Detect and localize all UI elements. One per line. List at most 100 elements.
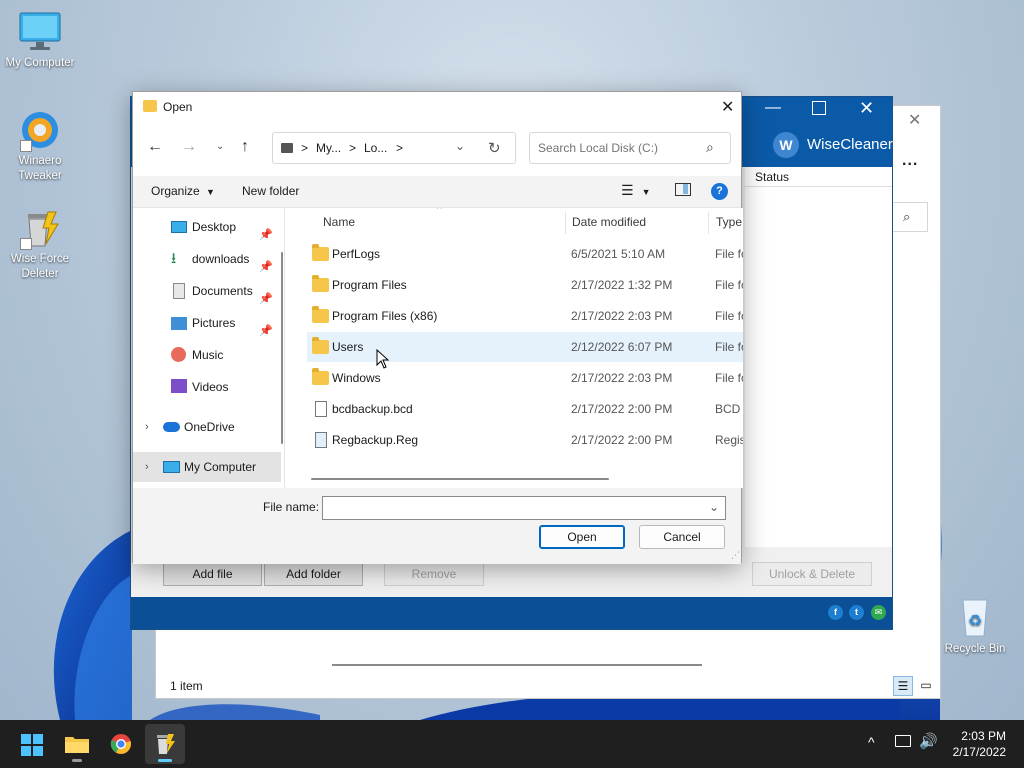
- file-date: 2/12/2022 6:07 PM: [571, 340, 673, 354]
- expand-chevron-icon[interactable]: ›: [145, 452, 149, 482]
- desktop-icon-wise-force-deleter[interactable]: Wise Force Deleter: [0, 206, 80, 282]
- refresh-icon[interactable]: ↻: [488, 139, 501, 157]
- status-column-header[interactable]: Status: [745, 167, 892, 187]
- file-type: BCD I: [715, 402, 743, 416]
- close-button[interactable]: ✕: [859, 98, 874, 119]
- up-arrow-icon[interactable]: ↑: [241, 138, 249, 156]
- file-row[interactable]: Program Files 2/17/2022 1:32 PM File fo: [307, 270, 743, 300]
- taskbar-file-explorer[interactable]: [57, 724, 97, 764]
- document-icon: [173, 283, 185, 299]
- brand-name: WiseCleaner: [807, 136, 893, 153]
- minimize-button[interactable]: —: [765, 99, 781, 117]
- resize-grip-icon[interactable]: ⋰: [731, 550, 740, 561]
- active-indicator: [158, 759, 172, 762]
- unlock-delete-button[interactable]: Unlock & Delete: [752, 562, 872, 586]
- address-bar[interactable]: > My... > Lo... > ⌄ ↻: [272, 132, 516, 164]
- nav-item-documents[interactable]: Documents 📌: [133, 276, 281, 306]
- close-icon[interactable]: ✕: [908, 110, 921, 130]
- preview-pane-divider: [683, 184, 688, 194]
- taskbar-chrome[interactable]: [101, 724, 141, 764]
- new-folder-button[interactable]: New folder: [242, 184, 299, 198]
- breadcrumb-local-disk[interactable]: Lo...: [364, 141, 387, 155]
- videos-icon: [171, 379, 187, 393]
- windows-logo-icon: [21, 734, 43, 756]
- nav-vertical-scrollbar[interactable]: [281, 252, 283, 444]
- volume-icon[interactable]: 🔊: [919, 732, 938, 750]
- help-icon[interactable]: ?: [711, 183, 728, 200]
- search-input[interactable]: [538, 140, 698, 156]
- facebook-icon[interactable]: f: [828, 605, 843, 620]
- file-name-dropdown-chevron-icon[interactable]: ⌄: [709, 500, 719, 514]
- file-list-horizontal-scrollbar[interactable]: [311, 478, 609, 480]
- file-row[interactable]: PerfLogs 6/5/2021 5:10 AM File fo: [307, 239, 743, 269]
- trash-can-icon: [18, 206, 62, 250]
- file-name-field[interactable]: ⌄: [322, 496, 726, 520]
- search-box[interactable]: ⌕: [529, 132, 731, 164]
- maximize-button[interactable]: [812, 101, 826, 115]
- add-file-button[interactable]: Add file: [163, 562, 262, 586]
- column-header-name[interactable]: Name: [323, 208, 563, 236]
- organize-button[interactable]: Organize ▼: [151, 184, 215, 198]
- column-header-date[interactable]: Date modified: [572, 208, 708, 236]
- file-name: PerfLogs: [332, 247, 381, 261]
- file-row[interactable]: Program Files (x86) 2/17/2022 2:03 PM Fi…: [307, 301, 743, 331]
- desktop-icon-label: Wise Force Deleter: [10, 253, 70, 280]
- file-type: File fo: [715, 340, 743, 354]
- computer-icon: [281, 143, 293, 153]
- desktop-icon-my-computer[interactable]: My Computer: [0, 10, 80, 71]
- desktop-icon-recycle-bin[interactable]: ♻ Recycle Bin: [935, 596, 1015, 657]
- music-icon: [171, 347, 186, 362]
- preview-pane-icon[interactable]: [675, 183, 691, 196]
- file-row[interactable]: Windows 2/17/2022 2:03 PM File fo: [307, 363, 743, 393]
- twitter-icon[interactable]: t: [849, 605, 864, 620]
- expand-chevron-icon[interactable]: ›: [145, 412, 149, 442]
- back-arrow-icon[interactable]: ←: [147, 138, 163, 156]
- taskbar-wise-force-deleter[interactable]: [145, 724, 185, 764]
- open-button[interactable]: Open: [539, 525, 625, 549]
- file-date: 2/17/2022 2:00 PM: [571, 402, 673, 416]
- winaero-icon: [18, 108, 62, 152]
- monitor-icon: [163, 461, 180, 473]
- forward-arrow-icon[interactable]: →: [181, 138, 197, 156]
- desktop-icon-winaero-tweaker[interactable]: Winaero Tweaker: [0, 108, 80, 184]
- tiles-view-button[interactable]: ▭: [916, 676, 936, 696]
- nav-item-onedrive[interactable]: › OneDrive: [133, 412, 281, 442]
- file-date: 2/17/2022 2:00 PM: [571, 433, 673, 447]
- recycle-bin-icon: ♻: [953, 596, 997, 640]
- close-icon[interactable]: ✕: [721, 97, 734, 117]
- file-name: Users: [332, 340, 364, 354]
- file-row[interactable]: bcdbackup.bcd 2/17/2022 2:00 PM BCD I: [307, 394, 743, 424]
- search-button[interactable]: ⌕: [892, 202, 928, 232]
- breadcrumb-my-computer[interactable]: My...: [316, 141, 341, 155]
- file-row-hovered[interactable]: Users 2/12/2022 6:07 PM File fo: [307, 332, 743, 362]
- network-icon[interactable]: [895, 735, 911, 747]
- nav-item-desktop[interactable]: Desktop 📌: [133, 212, 281, 242]
- folder-title-icon: [143, 100, 157, 112]
- view-options-icon[interactable]: ☰ ▼: [621, 182, 650, 199]
- download-icon: ⭳: [171, 250, 177, 267]
- details-view-button[interactable]: ☰: [893, 676, 913, 696]
- cloud-icon: [163, 422, 180, 432]
- column-divider: [708, 212, 709, 234]
- horizontal-scrollbar[interactable]: [332, 664, 702, 666]
- show-hidden-icons-chevron-icon[interactable]: ^: [868, 734, 875, 750]
- nav-item-downloads[interactable]: ⭳ downloads 📌: [133, 244, 281, 274]
- taskbar-clock[interactable]: 2:03 PM 2/17/2022: [953, 728, 1006, 760]
- cancel-button[interactable]: Cancel: [639, 525, 725, 549]
- pictures-icon: [171, 317, 187, 330]
- file-row[interactable]: Regbackup.Reg 2/17/2022 2:00 PM Regis: [307, 425, 743, 455]
- nav-label: Music: [192, 348, 224, 362]
- nav-label: Pictures: [192, 316, 236, 330]
- address-dropdown-chevron-icon[interactable]: ⌄: [455, 139, 465, 153]
- email-icon[interactable]: ✉: [871, 605, 886, 620]
- nav-item-pictures[interactable]: Pictures 📌: [133, 308, 281, 338]
- column-header-type[interactable]: Type: [716, 208, 743, 236]
- recent-locations-chevron-icon[interactable]: ⌄: [216, 141, 224, 152]
- remove-button[interactable]: Remove: [384, 562, 484, 586]
- nav-item-music[interactable]: Music: [133, 340, 281, 370]
- start-button[interactable]: [12, 724, 52, 764]
- more-options-button[interactable]: ...: [902, 152, 918, 170]
- nav-item-my-computer[interactable]: › My Computer: [133, 452, 281, 482]
- nav-item-videos[interactable]: Videos: [133, 372, 281, 402]
- add-folder-button[interactable]: Add folder: [264, 562, 363, 586]
